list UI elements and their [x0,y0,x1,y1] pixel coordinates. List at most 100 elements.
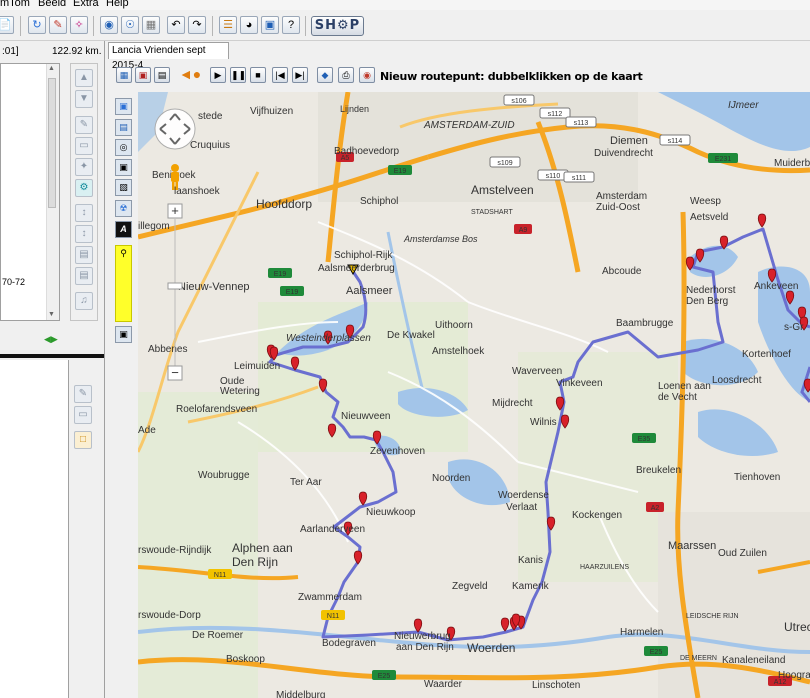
tab-route[interactable]: Lancia Vrienden sept 2015-4 [108,42,229,71]
new-marker-icon[interactable]: ◉ [359,67,375,83]
road-shield: s112 [539,107,571,119]
move-down-icon[interactable]: ▼ [75,90,93,108]
menu-extra[interactable]: Extra [73,0,99,10]
move-up-icon[interactable]: ▲ [75,69,93,87]
place-label: Westeinderplassen [286,333,371,344]
stop-icon[interactable]: ■ [250,67,266,83]
open-icon[interactable]: 📄 [0,16,14,34]
place-label: Diemen [610,135,648,147]
place-label: Noorden [432,473,470,484]
rss-icon[interactable]: ☢ [115,200,132,217]
edit-icon[interactable]: ✎ [75,116,93,134]
speaker-icon[interactable]: ♫ [75,292,93,310]
edit-icon[interactable]: ✎ [74,385,92,403]
place-label: Nieuwveen [341,411,390,422]
map-type-icon[interactable]: ▣ [115,98,132,115]
place-label: aan Den Rijn [396,642,454,653]
place-label: Tienhoven [734,472,780,483]
redo-icon[interactable]: ↷ [188,16,206,34]
place-label: Ter Aar [290,477,322,488]
place-label: Loenen aan [658,381,711,392]
skip-back-icon[interactable]: |◀ [272,67,288,83]
list-icon[interactable]: ▤ [75,246,93,264]
satellite-icon[interactable]: ☉ [121,16,139,34]
place-label: Maarssen [668,540,716,552]
place-label: Boskoop [226,654,265,665]
place-label: Loosdrecht [712,375,762,386]
undo-icon[interactable]: ↶ [167,16,185,34]
details-list[interactable] [0,360,69,698]
place-label: Roelofarendsveen [176,404,257,415]
shop-button[interactable]: SH⚙P [311,16,364,36]
globe-icon[interactable]: ◉ [100,16,118,34]
place-label: Hoogra [778,670,810,681]
pin-icon[interactable]: ✧ [70,16,88,34]
place-label: Abbenes [148,344,187,355]
sort-alt-icon[interactable]: ↕ [75,225,93,243]
eraser-icon[interactable]: ◆ [317,67,333,83]
binoculars-icon[interactable]: ◕ [240,16,258,34]
expand-arrows-icon[interactable]: ◀▶ [44,334,58,345]
place-label: Abcoude [602,266,642,277]
pause-icon[interactable]: ❚❚ [230,67,246,83]
menu-bar: mTom Beeld Extra Help [0,0,810,10]
place-label: Weesp [690,196,721,207]
place-label: Harmelen [620,627,663,638]
place-label: Kanaleneiland [722,655,785,666]
delete-icon[interactable]: ▭ [75,137,93,155]
menu-help[interactable]: Help [106,0,129,10]
place-label: Beni [152,170,172,181]
place-label: Leimuiden [234,361,280,372]
toolbar-separator [20,16,21,36]
place-label: Verlaat [506,502,537,513]
calendar-icon[interactable]: ☰ [219,16,237,34]
scrollbar-thumb[interactable] [48,78,56,208]
toolbar-separator [212,16,213,36]
folder-icon[interactable]: □ [74,431,92,449]
help-icon[interactable]: ? [282,16,300,34]
delete-icon[interactable]: ▭ [74,406,92,424]
place-label: Vinkeveen [556,378,603,389]
table-icon[interactable]: ▤ [154,67,170,83]
skip-forward-icon[interactable]: ▶| [292,67,308,83]
fullscreen-icon[interactable]: ▣ [115,159,132,176]
scroll-up-icon[interactable]: ▲ [48,65,55,72]
calculator-icon[interactable]: ▦ [116,67,132,83]
layer-icon[interactable]: ▤ [115,119,132,136]
route-map[interactable]: s106 s112 s113 s109 s110 s111 s114 A5 E19 A9 E231 E… [138,92,810,698]
card-icon[interactable]: ▣ [135,67,151,83]
export-icon[interactable]: ▣ [115,326,132,343]
zoom-slider-handle[interactable] [167,282,183,290]
play-icon[interactable]: ▶ [210,67,226,83]
car-icon[interactable]: ◄● [176,67,204,83]
road-shield: s109 [489,156,521,168]
menu-beeld[interactable]: Beeld [38,0,66,10]
edit-route-icon[interactable]: ✎ [49,16,67,34]
marker-tool-icon[interactable]: ✦ [75,158,93,176]
gear-icon[interactable]: ⚙ [75,179,93,197]
place-label: DE MEERN [680,655,717,662]
svg-text:E25: E25 [378,673,391,680]
search-panel[interactable]: ⚲ [115,245,132,322]
print-icon[interactable]: ⎙ [338,67,354,83]
scroll-down-icon[interactable]: ▼ [48,311,55,318]
list-item[interactable]: 70-72 [2,277,25,287]
place-label: Amsterdamse Bos [403,234,478,244]
place-label: rswoude-Rijndijk [138,545,212,556]
total-distance: 122.92 km. [52,46,102,57]
place-label: Aalsmeer [346,285,393,297]
sync-icon[interactable]: ↻ [28,16,46,34]
window-icon[interactable]: ▣ [261,16,279,34]
grid-icon[interactable]: ▦ [142,16,160,34]
place-label: Zevenhoven [370,446,425,457]
pan-control[interactable] [154,108,196,150]
place-label: Uithoorn [435,320,473,331]
svg-text:s109: s109 [497,160,512,167]
text-tool-icon[interactable]: A [115,221,132,238]
sort-icon[interactable]: ↕ [75,204,93,222]
list-alt-icon[interactable]: ▤ [75,267,93,285]
target-icon[interactable]: ◎ [115,139,132,156]
menu-mtom[interactable]: mTom [0,0,30,10]
svg-text:A9: A9 [519,227,528,234]
measure-icon[interactable]: ▧ [115,179,132,196]
